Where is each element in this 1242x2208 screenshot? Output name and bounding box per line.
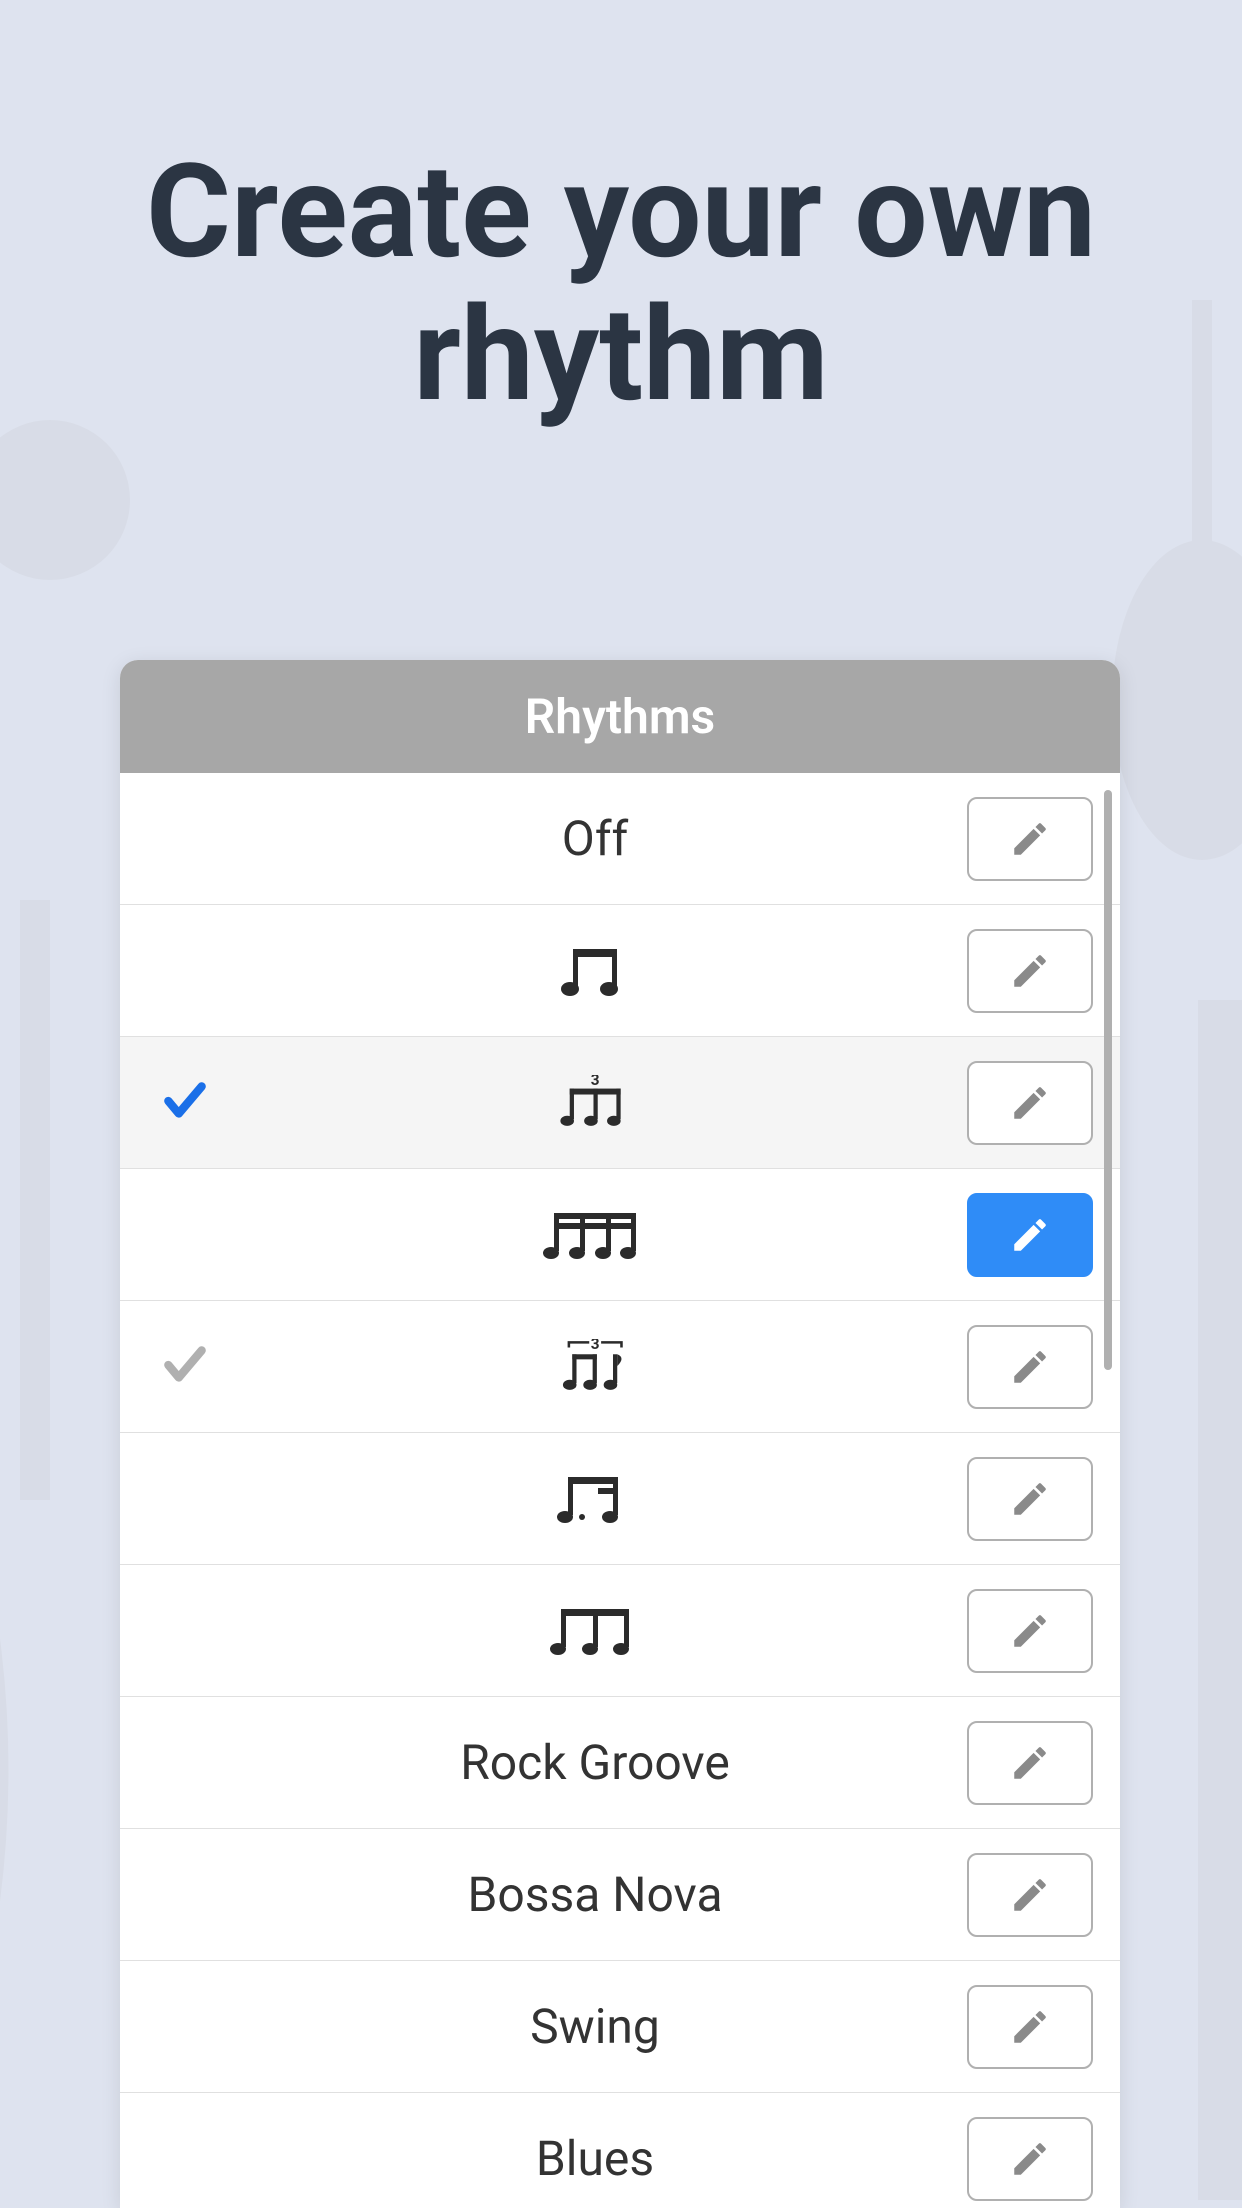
checkmark-icon xyxy=(140,1076,230,1130)
edit-col xyxy=(960,797,1100,881)
rhythm-label: Swing xyxy=(230,1998,960,2055)
rhythm-row[interactable] xyxy=(120,1169,1120,1301)
rhythm-row[interactable]: Bossa Nova xyxy=(120,1829,1120,1961)
edit-col xyxy=(960,1457,1100,1541)
edit-button[interactable] xyxy=(967,1061,1093,1145)
panel-title: Rhythms xyxy=(120,660,1120,773)
rhythm-row[interactable] xyxy=(120,1433,1120,1565)
edit-button[interactable] xyxy=(967,1193,1093,1277)
rhythm-row[interactable]: Blues xyxy=(120,2093,1120,2208)
rhythm-row[interactable]: 3 xyxy=(120,1301,1120,1433)
edit-col xyxy=(960,929,1100,1013)
edit-button[interactable] xyxy=(967,1721,1093,1805)
edit-col xyxy=(960,1061,1100,1145)
rhythm-label: Blues xyxy=(230,2130,960,2187)
svg-text:3: 3 xyxy=(591,1339,600,1353)
svg-text:3: 3 xyxy=(591,1075,600,1089)
bg-guitar-decoration xyxy=(1102,300,1242,900)
rhythm-row[interactable]: Rock Groove xyxy=(120,1697,1120,1829)
edit-col xyxy=(960,1325,1100,1409)
bg-clarinet-decoration xyxy=(1162,1000,1242,2000)
edit-col xyxy=(960,1985,1100,2069)
rhythm-note-icon: 3 xyxy=(230,1339,960,1395)
edit-col xyxy=(960,1193,1100,1277)
rhythm-row[interactable] xyxy=(120,905,1120,1037)
checkmark-icon xyxy=(140,1340,230,1394)
rhythm-label: Bossa Nova xyxy=(230,1866,960,1923)
edit-button[interactable] xyxy=(967,2117,1093,2201)
rhythm-row[interactable]: 3 xyxy=(120,1037,1120,1169)
edit-button[interactable] xyxy=(967,929,1093,1013)
rhythm-note-icon: 3 xyxy=(230,1075,960,1131)
rhythm-label: Rock Groove xyxy=(230,1734,960,1791)
rhythm-row[interactable]: Swing xyxy=(120,1961,1120,2093)
edit-button[interactable] xyxy=(967,1457,1093,1541)
bg-harp-decoration xyxy=(0,1500,130,2100)
rhythm-label: Off xyxy=(230,810,960,867)
bg-violin-decoration xyxy=(0,900,110,1400)
edit-button[interactable] xyxy=(967,797,1093,881)
rhythm-row[interactable]: Off xyxy=(120,773,1120,905)
rhythms-list: Off 3 3 Rock Groove Bossa Nova Swing Blues xyxy=(120,773,1120,2208)
rhythm-note-icon xyxy=(230,1471,960,1527)
edit-col xyxy=(960,1589,1100,1673)
bg-horn-decoration xyxy=(0,400,150,700)
edit-button[interactable] xyxy=(967,1853,1093,1937)
rhythm-row[interactable] xyxy=(120,1565,1120,1697)
rhythm-note-icon xyxy=(230,1207,960,1263)
rhythm-note-icon xyxy=(230,1603,960,1659)
edit-col xyxy=(960,2117,1100,2201)
edit-col xyxy=(960,1853,1100,1937)
rhythms-panel: Rhythms Off 3 3 Rock Groove Bossa Nova Swing B… xyxy=(120,660,1120,2208)
edit-button[interactable] xyxy=(967,1985,1093,2069)
rhythm-note-icon xyxy=(230,943,960,999)
edit-col xyxy=(960,1721,1100,1805)
edit-button[interactable] xyxy=(967,1325,1093,1409)
edit-button[interactable] xyxy=(967,1589,1093,1673)
scroll-indicator[interactable] xyxy=(1104,790,1112,1370)
page-headline: Create your own rhythm xyxy=(0,0,1242,506)
